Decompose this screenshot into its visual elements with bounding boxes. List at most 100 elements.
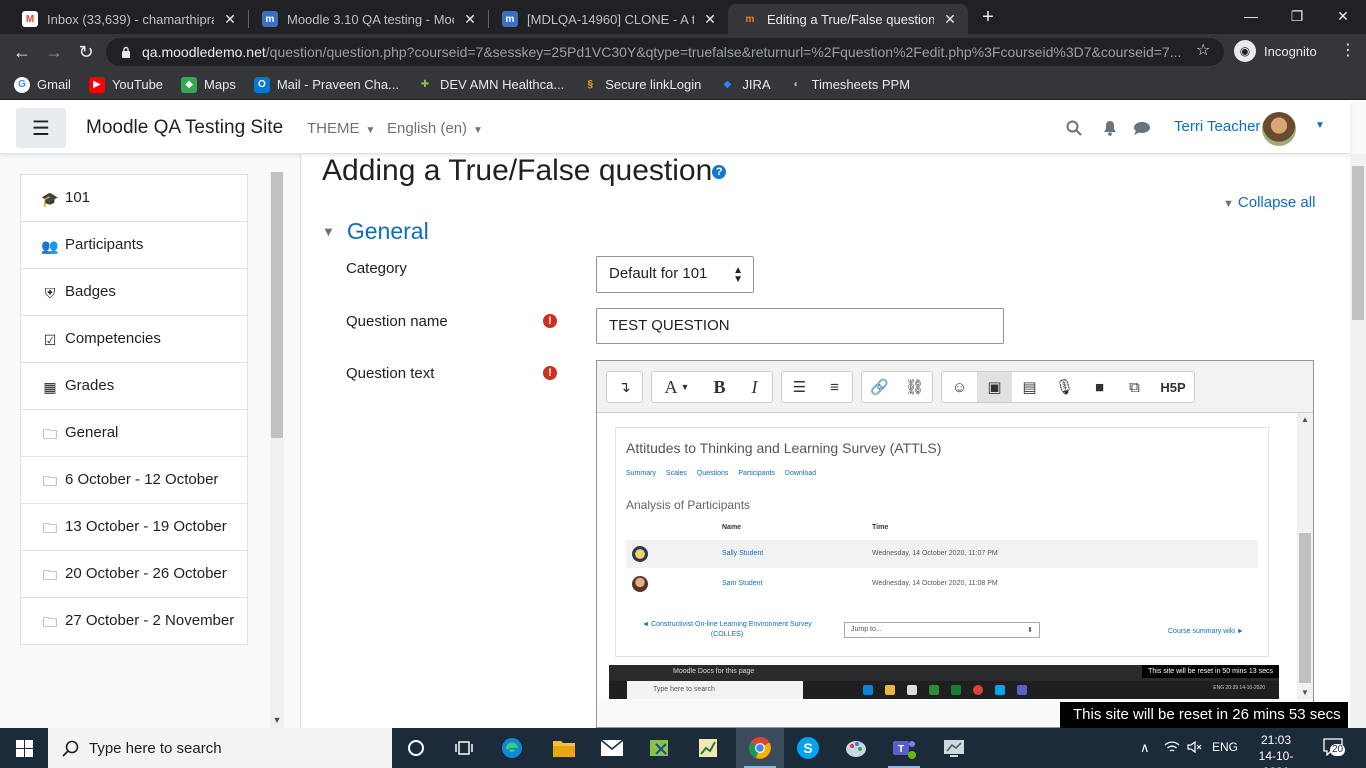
- manage-files-icon[interactable]: ⧉: [1117, 372, 1152, 402]
- microphone-icon[interactable]: 🎙: [1047, 372, 1082, 402]
- category-select[interactable]: Default for 101 ▲ ▼: [596, 256, 754, 293]
- paragraph-style-icon[interactable]: A ▼: [652, 372, 702, 402]
- drawer-item-competencies[interactable]: ☑ Competencies: [20, 316, 248, 363]
- close-tab-icon[interactable]: ✕: [942, 11, 958, 28]
- bold-icon[interactable]: B: [702, 372, 737, 402]
- italic-icon[interactable]: I: [737, 372, 772, 402]
- emoji-icon[interactable]: ☺: [942, 372, 977, 402]
- close-window-button[interactable]: ✕: [1320, 2, 1366, 30]
- scroll-down-arrow-icon[interactable]: ▼: [270, 712, 284, 728]
- page-scrollbar-thumb[interactable]: [1352, 166, 1364, 320]
- h5p-icon[interactable]: H5P: [1152, 372, 1194, 402]
- browser-tab-mdlqa[interactable]: m [MDLQA-14960] CLONE - A teach ✕: [488, 4, 728, 34]
- section-general-toggle[interactable]: ▼ General: [322, 218, 429, 245]
- browser-tab-editing-question[interactable]: m Editing a True/False question ✕: [728, 4, 968, 34]
- back-button[interactable]: ←: [10, 40, 34, 64]
- bookmark-gmail[interactable]: G Gmail: [14, 76, 71, 93]
- bell-icon[interactable]: [1102, 120, 1118, 136]
- taskbar-skype[interactable]: S: [784, 728, 832, 768]
- windows-search-box[interactable]: Type here to search: [48, 728, 392, 768]
- taskbar-paint[interactable]: [832, 728, 880, 768]
- drawer-item-participants[interactable]: 👥 Participants: [20, 222, 248, 269]
- taskbar-chrome[interactable]: [736, 728, 784, 768]
- drawer-item-week[interactable]: 🗀 27 October - 2 November: [20, 598, 248, 645]
- bookmark-jira[interactable]: ◆ JIRA: [719, 77, 771, 93]
- taskbar-app[interactable]: [930, 728, 978, 768]
- link-icon[interactable]: 🔗: [862, 372, 897, 402]
- bookmark-maps[interactable]: ◆ Maps: [181, 76, 236, 93]
- taskbar-teams[interactable]: T: [880, 728, 928, 768]
- browser-tab-moodle-qa[interactable]: m Moodle 3.10 QA testing - Moodle ✕: [248, 4, 488, 34]
- bookmark-youtube[interactable]: ▶ YouTube: [88, 76, 163, 93]
- drawer-item-week[interactable]: 🗀 6 October - 12 October: [20, 457, 248, 504]
- forward-button[interactable]: →: [42, 40, 66, 64]
- minimize-window-button[interactable]: —: [1228, 2, 1274, 30]
- new-tab-button[interactable]: +: [976, 5, 1000, 29]
- taskbar-mail[interactable]: [588, 728, 636, 768]
- user-name[interactable]: Terri Teacher: [1174, 118, 1260, 135]
- drawer-item-grades[interactable]: ▦ Grades: [20, 363, 248, 410]
- toolbar-toggle-icon[interactable]: ↴: [607, 372, 642, 402]
- nav-drawer-toggle-button[interactable]: ☰: [16, 108, 66, 148]
- editor-content[interactable]: Attitudes to Thinking and Learning Surve…: [597, 413, 1313, 699]
- page-scrollbar[interactable]: [1350, 154, 1366, 728]
- language-indicator[interactable]: ENG: [1212, 740, 1238, 754]
- messages-icon[interactable]: [1133, 121, 1151, 136]
- help-icon[interactable]: ?: [712, 165, 727, 180]
- browser-menu-icon[interactable]: ⋮: [1340, 40, 1356, 60]
- image-icon[interactable]: ▣: [977, 372, 1012, 402]
- close-tab-icon[interactable]: ✕: [702, 11, 718, 28]
- taskbar-snipping[interactable]: [636, 728, 684, 768]
- task-view-button[interactable]: [440, 728, 488, 768]
- bookmark-timesheets[interactable]: ◐ Timesheets PPM: [789, 77, 911, 93]
- close-tab-icon[interactable]: ✕: [462, 11, 478, 28]
- close-tab-icon[interactable]: ✕: [222, 11, 238, 28]
- ordered-list-icon[interactable]: ≡: [817, 372, 852, 402]
- clock[interactable]: 21:03 14-10-2020: [1246, 732, 1306, 768]
- video-camera-icon[interactable]: ■: [1082, 372, 1117, 402]
- bookmark-mail[interactable]: O Mail - Praveen Cha...: [253, 76, 399, 93]
- question-text-editor[interactable]: ↴ A ▼ B I ☰ ≡ 🔗 ⛓ ☺ ▣ ▤ 🎙 ■ ⧉ H5P Attitu…: [596, 360, 1314, 728]
- drawer-item-badges[interactable]: ⛨ Badges: [20, 269, 248, 316]
- bookmark-dev-amn[interactable]: ✚ DEV AMN Healthca...: [417, 77, 564, 93]
- theme-menu[interactable]: THEME ▼: [307, 120, 375, 137]
- collapse-all-link[interactable]: ▼ Collapse all: [1223, 194, 1315, 211]
- media-file-icon[interactable]: ▤: [1012, 372, 1047, 402]
- browser-tab-gmail[interactable]: M Inbox (33,639) - chamarthipravee ✕: [8, 4, 248, 34]
- search-icon[interactable]: [1066, 120, 1082, 136]
- drawer-item-week[interactable]: 🗀 20 October - 26 October: [20, 551, 248, 598]
- url-input[interactable]: qa.moodledemo.net/question/question.php?…: [106, 38, 1224, 66]
- reload-button[interactable]: ↻: [74, 40, 98, 64]
- user-avatar[interactable]: [1262, 112, 1296, 146]
- unlink-icon[interactable]: ⛓: [897, 372, 932, 402]
- scroll-up-arrow-icon[interactable]: ▲: [1297, 415, 1313, 424]
- site-name[interactable]: Moodle QA Testing Site: [86, 117, 283, 139]
- question-name-input[interactable]: TEST QUESTION: [596, 308, 1004, 344]
- incognito-badge[interactable]: ◉ Incognito: [1234, 40, 1317, 62]
- bookmark-star-icon[interactable]: ☆: [1196, 40, 1210, 60]
- language-menu[interactable]: English (en) ▼: [387, 120, 483, 137]
- taskbar-app[interactable]: [684, 728, 732, 768]
- bookmark-secure-link[interactable]: § Secure linkLogin: [582, 77, 701, 93]
- drawer-item-week[interactable]: 🗀 13 October - 19 October: [20, 504, 248, 551]
- scroll-down-arrow-icon[interactable]: ▼: [1297, 688, 1313, 697]
- action-center-button[interactable]: 20: [1322, 738, 1346, 758]
- start-button[interactable]: [0, 728, 48, 768]
- drawer-scrollbar[interactable]: ▼: [270, 172, 284, 728]
- editor-scrollbar-thumb[interactable]: [1299, 533, 1311, 683]
- embedded-link: Download: [784, 470, 817, 477]
- volume-muted-icon[interactable]: [1187, 740, 1203, 757]
- drawer-item-course[interactable]: 🎓 101: [20, 174, 248, 222]
- taskbar-file-explorer[interactable]: [540, 728, 588, 768]
- show-hidden-icons-button[interactable]: ∧: [1140, 740, 1150, 756]
- editor-scrollbar[interactable]: ▲ ▼: [1297, 413, 1313, 699]
- taskbar-edge[interactable]: [488, 728, 536, 768]
- embedded-link: Questions: [696, 470, 729, 477]
- unordered-list-icon[interactable]: ☰: [782, 372, 817, 402]
- drawer-item-general[interactable]: 🗀 General: [20, 410, 248, 457]
- drawer-scrollbar-thumb[interactable]: [271, 172, 283, 438]
- user-menu-caret-icon[interactable]: ▼: [1315, 120, 1325, 131]
- cortana-button[interactable]: [392, 728, 440, 768]
- restore-window-button[interactable]: ❐: [1274, 2, 1320, 30]
- network-icon[interactable]: [1164, 740, 1180, 757]
